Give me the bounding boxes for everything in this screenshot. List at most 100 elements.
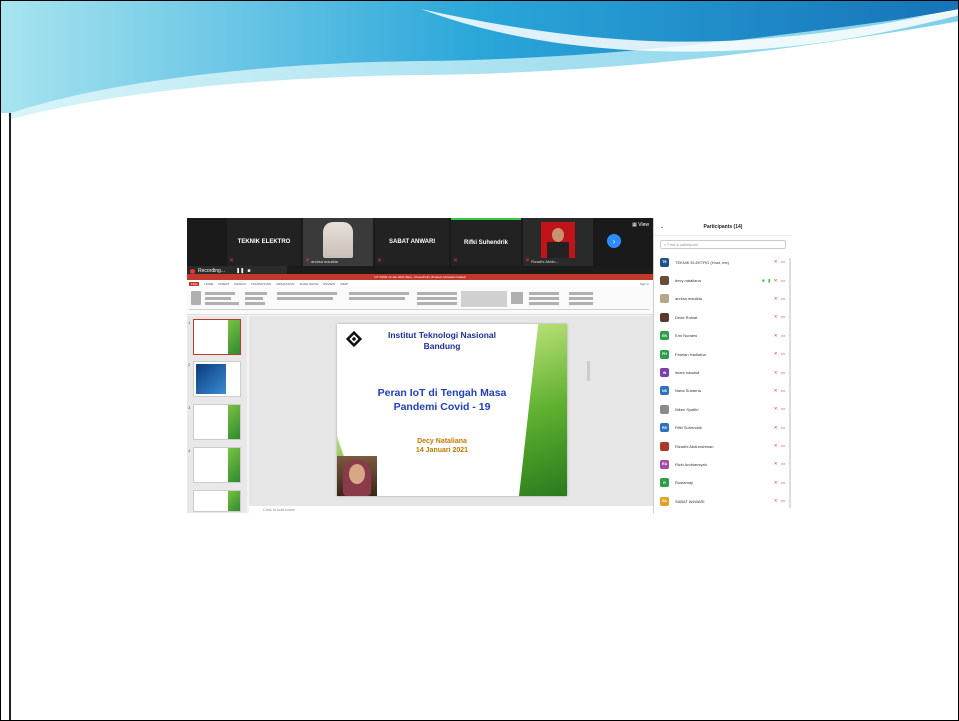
avatar: IN	[660, 368, 669, 378]
next-page-button[interactable]: ›	[607, 234, 621, 248]
participant-name: Rifki Suhendrik	[463, 240, 508, 246]
avatar: NS	[660, 386, 669, 396]
itenas-logo-icon	[345, 330, 363, 348]
participant-list-scrollbar[interactable]	[789, 258, 791, 508]
current-slide[interactable]: Institut Teknologi Nasional Bandung Pera…	[337, 324, 567, 496]
tab-insert[interactable]: INSERT	[218, 282, 229, 286]
slide-thumbnails-panel: 1 2 3 4	[187, 316, 247, 513]
tab-view[interactable]: VIEW	[340, 282, 348, 286]
mic-video-status-icon[interactable]: ✕ ▭	[774, 498, 786, 504]
participant-name: Dede Rohiat	[675, 314, 698, 320]
slide-thumbnail[interactable]	[193, 490, 241, 512]
tab-file[interactable]: FILE	[189, 281, 200, 286]
mic-video-status-icon[interactable]: ✕ ▭	[774, 314, 786, 320]
participant-row[interactable]: TE TEKNIK ELEKTRO (Host, me) ✕ ▭	[654, 253, 792, 271]
notes-pane[interactable]: Click to add notes	[249, 506, 653, 513]
participant-row[interactable]: R Rustamaji ✕ ▭	[654, 474, 792, 492]
participant-row[interactable]: annisa maulida ✕ ▭	[654, 290, 792, 308]
participant-name: TEKNIK ELEKTRO	[237, 239, 291, 245]
participant-row[interactable]: decy nataliana ■ ▮ ✕ ▭	[654, 271, 792, 289]
participant-name: Rustamaji	[675, 480, 693, 486]
sign-in-link[interactable]: Sign in	[640, 282, 649, 286]
slide-header-swoosh	[1, 1, 958, 119]
participant-name: SABAT ANWARI	[675, 498, 705, 504]
tab-slide-show[interactable]: SLIDE SHOW	[299, 282, 318, 286]
tab-home[interactable]: HOME	[204, 282, 213, 286]
view-button[interactable]: ▦ View	[632, 222, 649, 228]
tab-design[interactable]: DESIGN	[234, 282, 246, 286]
participant-row[interactable]: Dede Rohiat ✕ ▭	[654, 308, 792, 326]
institution-name: Institut Teknologi Nasional Bandung	[367, 330, 517, 352]
participant-name: Nana Subarna	[675, 388, 701, 394]
mic-video-status-icon[interactable]: ✕ ▭	[774, 370, 786, 376]
participant-search-input[interactable]: ⌕ Find a participant	[660, 240, 786, 249]
mic-video-status-icon[interactable]: ✕ ▭	[774, 425, 786, 431]
participant-row[interactable]: FH Febrian Hadiatna ✕ ▭	[654, 345, 792, 363]
mic-video-status-icon[interactable]: ✕ ▭	[774, 443, 786, 449]
speaker-webcam-overlay	[337, 456, 377, 496]
tab-transitions[interactable]: TRANSITIONS	[251, 282, 271, 286]
talk-date: 14 Januari 2021	[415, 447, 469, 454]
slide-thumbnail[interactable]	[193, 404, 241, 440]
video-tile[interactable]: TEKNIK ELEKTRO ✕	[227, 218, 301, 266]
mic-video-status-icon[interactable]: ✕ ▭	[774, 461, 786, 467]
mic-video-status-icon[interactable]: ✕ ▭	[774, 406, 786, 412]
participant-name: Rifki Suhendrik	[675, 425, 702, 431]
participant-row[interactable]: SA SABAT ANWARI ✕ ▭	[654, 492, 792, 510]
vertical-scrollbar[interactable]	[587, 361, 590, 381]
avatar: RS	[660, 423, 669, 433]
mic-video-status-icon[interactable]: ✕ ▭	[774, 296, 786, 302]
video-gallery-strip: TEKNIK ELEKTRO ✕ ✕ annisa maulida SABAT …	[187, 218, 653, 268]
presentation-slide: TEKNIK ELEKTRO ✕ ✕ annisa maulida SABAT …	[0, 0, 959, 721]
participants-title: Participants (14)	[703, 224, 743, 230]
institution-line-2: Bandung	[423, 341, 461, 351]
participant-row[interactable]: NS Nana Subarna ✕ ▭	[654, 382, 792, 400]
thumbnail-number: 4	[188, 448, 191, 453]
participant-row[interactable]: IN imam nawawi ✕ ▭	[654, 363, 792, 381]
participant-row[interactable]: Rizadhi Abdurrahman ✕ ▭	[654, 437, 792, 455]
participant-row[interactable]: EN Erni Nuraeni ✕ ▭	[654, 327, 792, 345]
video-tile[interactable]: ✕ annisa maulida	[303, 218, 373, 266]
participant-row[interactable]: RA Rizki Andriansyah ✕ ▭	[654, 455, 792, 473]
gallery-spacer	[187, 218, 225, 266]
thumbnail-number: 2	[188, 362, 191, 367]
mic-video-status-icon[interactable]: ✕ ▭	[774, 388, 786, 394]
speaker-name: Decy Nataliana	[417, 438, 467, 445]
slide-thumbnail[interactable]	[193, 361, 241, 397]
search-placeholder: Find a participant	[667, 242, 699, 247]
participant-name: decy nataliana	[675, 278, 701, 284]
slide-title: Peran IoT di Tengah Masa Pandemi Covid -…	[357, 386, 527, 414]
title-line-2: Pandemi Covid - 19	[393, 401, 491, 413]
mic-muted-icon: ✕	[453, 258, 459, 264]
mic-video-status-icon[interactable]: ✕ ▭	[774, 480, 786, 486]
tab-animations[interactable]: ANIMATIONS	[276, 282, 294, 286]
avatar: RA	[660, 459, 669, 469]
tab-review[interactable]: REVIEW	[323, 282, 335, 286]
ribbon-toolbar	[187, 287, 653, 315]
avatar	[660, 294, 669, 304]
participant-row[interactable]: RS Rifki Suhendrik ✕ ▭	[654, 419, 792, 437]
video-tile[interactable]: Rifki Suhendrik ✕	[451, 218, 521, 266]
participant-row[interactable]: Niken Syafitri ✕ ▭	[654, 400, 792, 418]
video-tile[interactable]: ✕ Rizadhi Abidu...	[523, 218, 593, 266]
collapse-icon[interactable]: ⌄	[660, 218, 664, 236]
participant-name: SABAT ANWARI	[389, 239, 435, 245]
title-line-1: Peran IoT di Tengah Masa	[377, 387, 507, 399]
participant-name: Rizadhi Abidu...	[531, 259, 559, 264]
slide-thumbnail[interactable]	[193, 319, 241, 355]
mic-video-status-icon[interactable]: ■ ▮ ✕ ▭	[762, 278, 786, 284]
participant-name: annisa maulida	[311, 259, 338, 264]
slide-thumbnail[interactable]	[193, 447, 241, 483]
participants-header: ⌄ Participants (14)	[654, 218, 792, 236]
avatar: FH	[660, 349, 669, 359]
search-icon: ⌕	[664, 242, 667, 247]
thumbnail-number: 1	[188, 320, 191, 325]
mic-video-status-icon[interactable]: ✕ ▭	[774, 351, 786, 357]
slide-editing-canvas[interactable]: Institut Teknologi Nasional Bandung Pera…	[249, 316, 653, 506]
mic-video-status-icon[interactable]: ✕ ▭	[774, 333, 786, 339]
ribbon-tabs: FILE HOME INSERT DESIGN TRANSITIONS ANIM…	[187, 280, 653, 287]
ribbon-controls	[189, 291, 649, 310]
avatar	[660, 276, 669, 286]
mic-video-status-icon[interactable]: ✕ ▭	[774, 259, 786, 265]
video-tile[interactable]: SABAT ANWARI ✕	[375, 218, 449, 266]
